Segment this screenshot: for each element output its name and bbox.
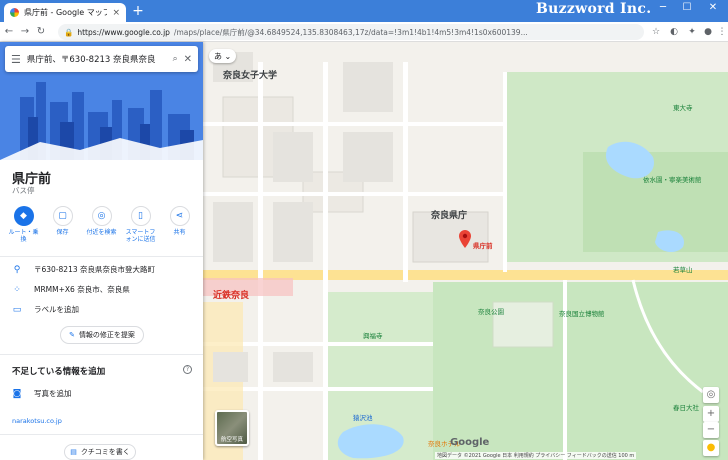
map-label-univ: 奈良女子大学 xyxy=(223,71,278,81)
suggest-edit-label: 情報の修正を提案 xyxy=(78,331,135,339)
map-label-kasuga: 春日大社 xyxy=(673,404,699,412)
map-label-yoshikien: 依水園・寧楽美術館 xyxy=(643,176,702,184)
phone-icon: ▯ xyxy=(130,206,151,226)
menu-icon[interactable]: ⋮ xyxy=(716,26,728,38)
zoom-in-button[interactable]: + xyxy=(703,406,719,422)
pencil-icon: ✎ xyxy=(69,331,75,339)
zoom-out-button[interactable]: − xyxy=(703,422,719,438)
share-icon: ⋖ xyxy=(169,206,190,226)
website-link[interactable]: narakotsu.co.jp xyxy=(12,417,62,425)
profile-icon[interactable]: ● xyxy=(702,26,714,38)
nearby-icon: ◎ xyxy=(91,206,112,226)
send-to-phone-label: スマートフォンに送信 xyxy=(125,229,156,244)
camera-icon: ◙ xyxy=(12,388,22,399)
url-host: https://www.google.co.jp xyxy=(77,27,170,37)
suggest-edit-button[interactable]: ✎ 情報の修正を提案 xyxy=(60,326,144,344)
help-icon[interactable]: ? xyxy=(183,365,192,374)
clear-search-icon[interactable]: ✕ xyxy=(184,54,192,65)
share-button[interactable]: ⋖ 共有 xyxy=(164,206,196,243)
map-label-kenchomae: 県庁前 xyxy=(473,242,493,250)
forward-icon[interactable]: → xyxy=(18,26,32,37)
maximize-button[interactable]: ☐ xyxy=(678,2,696,13)
brand-watermark: Buzzword Inc. xyxy=(536,1,652,17)
browser-titlebar: 県庁前 - Google マップ × + Buzzword Inc. ─ ☐ ✕ xyxy=(0,0,728,22)
pluscode-text: MRMM+X6 奈良市、奈良県 xyxy=(34,285,130,294)
close-window-button[interactable]: ✕ xyxy=(704,2,722,13)
map-canvas[interactable]: あ ⌄ 奈良女子大学 近鉄奈良 奈良公園 奈良国立博物館 奈良県庁 県庁前 東大… xyxy=(203,42,728,460)
directions-label: ルート・乗換 xyxy=(8,229,39,244)
bookmark-star-icon[interactable]: ☆ xyxy=(650,26,662,38)
address-row[interactable]: ⚲ 〒630-8213 奈良県奈良市登大路町 xyxy=(0,264,203,275)
write-review-label: クチコミを書く xyxy=(80,448,130,456)
map-label-wakakusa: 若草山 xyxy=(673,266,693,274)
save-label: 保存 xyxy=(56,229,69,236)
map-attribution: 地図データ ©2021 Google 日本 利用規約 プライバシー フィードバッ… xyxy=(435,452,637,459)
action-bar: ◆ ルート・乗換 ▢ 保存 ◎ 付近を検索 ▯ スマートフォンに送信 ⋖ 共有 xyxy=(0,206,203,243)
search-box[interactable]: ☰ 県庁前、〒630-8213 奈良県奈良 ⌕ ✕ xyxy=(5,46,198,72)
add-photo-text: 写真を追加 xyxy=(34,389,72,398)
place-panel: ☰ 県庁前、〒630-8213 奈良県奈良 ⌕ ✕ 県庁前 バス停 ◆ ルート・… xyxy=(0,42,203,460)
google-logo: Google xyxy=(450,437,490,448)
map-label-museum: 奈良国立博物館 xyxy=(559,310,605,318)
tab-close-icon[interactable]: × xyxy=(112,8,120,18)
save-button[interactable]: ▢ 保存 xyxy=(47,206,79,243)
puzzle-icon[interactable]: ✦ xyxy=(686,26,698,38)
divider xyxy=(0,434,203,435)
browser-toolbar: ← → ↻ 🔒 https://www.google.co.jp/maps/pl… xyxy=(0,22,728,42)
search-icon[interactable]: ⌕ xyxy=(173,54,178,64)
place-category: バス停 xyxy=(12,186,35,195)
back-icon[interactable]: ← xyxy=(2,26,16,37)
selected-place-pin-icon[interactable] xyxy=(459,230,471,248)
satellite-label: 航空写真 xyxy=(220,437,243,443)
hamburger-menu-icon[interactable]: ☰ xyxy=(11,53,21,66)
share-label: 共有 xyxy=(173,229,186,236)
browser-tab[interactable]: 県庁前 - Google マップ × xyxy=(4,3,126,22)
add-label-text: ラベルを追加 xyxy=(34,305,79,314)
reload-icon[interactable]: ↻ xyxy=(34,26,48,37)
address-text: 〒630-8213 奈良県奈良市登大路町 xyxy=(34,265,155,274)
directions-icon: ◆ xyxy=(13,206,34,226)
add-photo-row[interactable]: ◙ 写真を追加 xyxy=(0,388,203,399)
my-location-button[interactable]: ◎ xyxy=(703,387,719,403)
map-label-park: 奈良公園 xyxy=(478,308,504,316)
label-icon: ▭ xyxy=(12,304,22,315)
nearby-label: 付近を検索 xyxy=(86,229,117,236)
ime-chip[interactable]: あ ⌄ xyxy=(209,49,237,63)
divider xyxy=(0,354,203,355)
map-label-sarusawa: 猿沢池 xyxy=(353,414,373,422)
send-to-phone-button[interactable]: ▯ スマートフォンに送信 xyxy=(125,206,157,243)
map-tiles xyxy=(203,52,728,460)
extension-icon[interactable]: ◐ xyxy=(668,26,680,38)
map-label-kofukuji: 興福寺 xyxy=(363,332,383,340)
review-icon: ▤ xyxy=(70,448,77,456)
tab-title: 県庁前 - Google マップ xyxy=(24,8,108,17)
divider xyxy=(0,256,203,257)
map-label-kencho: 奈良県庁 xyxy=(431,211,468,221)
write-review-button[interactable]: ▤ クチコミを書く xyxy=(64,444,136,460)
search-input[interactable]: 県庁前、〒630-8213 奈良県奈良 xyxy=(27,53,167,65)
pluscode-icon: ⁘ xyxy=(13,284,21,295)
new-tab-button[interactable]: + xyxy=(130,3,146,19)
directions-button[interactable]: ◆ ルート・乗換 xyxy=(8,206,40,243)
satellite-toggle[interactable]: 航空写真 xyxy=(215,410,249,446)
google-maps-icon xyxy=(10,8,19,17)
add-label-row[interactable]: ▭ ラベルを追加 xyxy=(0,304,203,315)
minimize-button[interactable]: ─ xyxy=(654,2,672,13)
pegman-icon[interactable]: ● xyxy=(703,440,719,456)
lock-icon: 🔒 xyxy=(64,27,74,37)
map-label-station: 近鉄奈良 xyxy=(213,291,250,301)
url-path: /maps/place/県庁前/@34.6849524,135.8308463,… xyxy=(173,27,528,37)
map-label-todaiji: 東大寺 xyxy=(673,104,693,112)
location-pin-icon: ⚲ xyxy=(13,264,21,275)
pluscode-row[interactable]: ⁘ MRMM+X6 奈良市、奈良県 xyxy=(0,284,203,295)
bookmark-icon: ▢ xyxy=(52,206,73,226)
ime-chip-label: あ xyxy=(214,51,222,61)
address-bar[interactable]: 🔒 https://www.google.co.jp/maps/place/県庁… xyxy=(58,24,644,40)
nearby-button[interactable]: ◎ 付近を検索 xyxy=(86,206,118,243)
missing-info-heading: 不足している情報を追加 xyxy=(12,367,106,377)
